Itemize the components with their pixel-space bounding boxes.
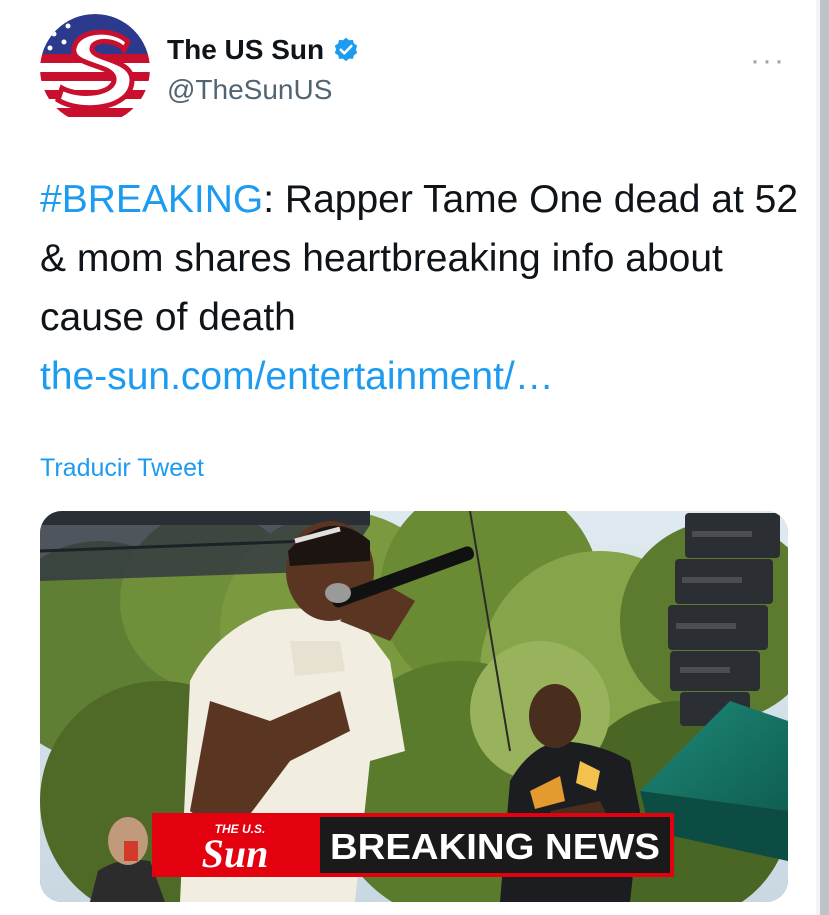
article-link[interactable]: the-sun.com/entertainment/… [40,347,800,406]
author-handle[interactable]: @TheSunUS [167,74,332,106]
translate-tweet-link[interactable]: Traducir Tweet [40,454,204,483]
display-name[interactable]: The US Sun [167,34,324,66]
banner-logo-text: Sun [202,831,269,876]
breaking-news-banner: THE U.S. Sun BREAKING NEWS [152,813,674,877]
scrollbar[interactable] [820,0,829,915]
tweet-text: #BREAKING: Rapper Tame One dead at 52 & … [40,170,800,406]
us-sun-logo-icon [40,14,150,124]
tweet-header: The US Sun @TheSunUS ··· [40,14,800,129]
author-name-row[interactable]: The US Sun [167,34,360,66]
verified-badge-icon [334,37,358,62]
concert-photo: THE U.S. Sun BREAKING NEWS [40,511,788,902]
tweet-media-image[interactable]: THE U.S. Sun BREAKING NEWS [40,511,788,902]
more-options-icon[interactable]: ··· [750,44,786,78]
hashtag-link[interactable]: #BREAKING [40,178,263,221]
avatar[interactable] [40,14,150,124]
banner-headline: BREAKING NEWS [330,826,660,867]
